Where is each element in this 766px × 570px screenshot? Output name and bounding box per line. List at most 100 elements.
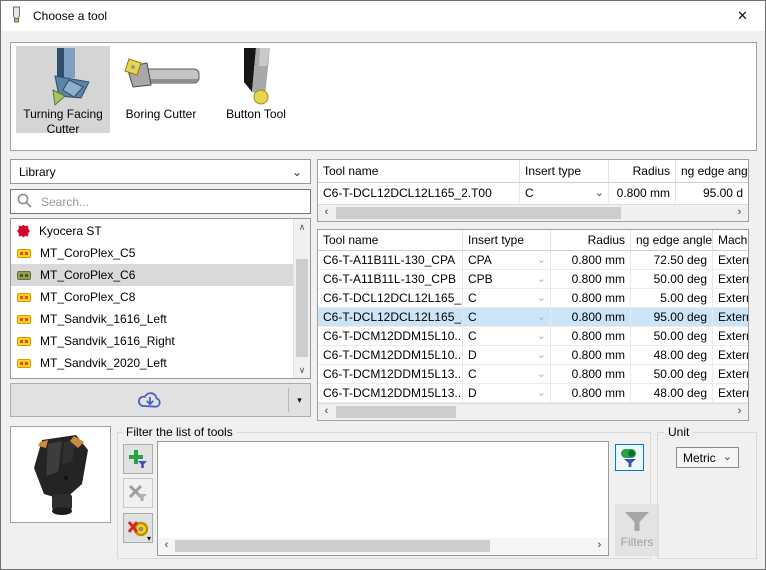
library-icon bbox=[17, 249, 31, 258]
insert-type-cell[interactable]: CPB ⌄ bbox=[463, 270, 551, 288]
filter-list[interactable]: ‹ › bbox=[157, 441, 609, 556]
table-row[interactable]: C6-T-DCM12DDM15L10... D ⌄ 0.800 mm 48.00… bbox=[318, 346, 748, 365]
list-item[interactable]: Kyocera ST bbox=[11, 220, 293, 242]
scrollbar-thumb[interactable] bbox=[175, 540, 490, 552]
insert-type-cell[interactable]: C ⌄ bbox=[463, 308, 551, 326]
filter-group-label: Filter the list of tools bbox=[122, 425, 237, 439]
clear-filter-icon bbox=[127, 518, 149, 538]
insert-type-cell[interactable]: C ⌄ bbox=[463, 289, 551, 307]
tools-table-body: C6-T-A11B11L-130_CPA CPA ⌄ 0.800 mm 72.5… bbox=[318, 251, 748, 403]
library-icon bbox=[17, 359, 31, 368]
download-library-button[interactable]: ▾ bbox=[10, 383, 311, 417]
tool-name-cell: C6-T-A11B11L-130_CPB bbox=[318, 270, 463, 288]
list-item[interactable]: MT_Sandvik_1616_Left bbox=[11, 308, 293, 330]
angle-cell: 5.00 deg bbox=[631, 289, 713, 307]
library-dropdown[interactable]: Library ⌄ bbox=[10, 159, 311, 184]
tool-type-turning-facing-cutter[interactable]: Turning Facing Cutter bbox=[16, 46, 110, 133]
scroll-right-icon[interactable]: › bbox=[591, 538, 608, 554]
column-header[interactable]: Tool name bbox=[318, 230, 463, 250]
scroll-left-icon[interactable]: ‹ bbox=[318, 404, 335, 420]
tool-name-cell: C6-T-A11B11L-130_CPA bbox=[318, 251, 463, 269]
insert-type-cell[interactable]: C ⌄ bbox=[520, 183, 609, 204]
close-icon[interactable]: ✕ bbox=[720, 1, 765, 31]
machining-cell: Externa bbox=[713, 384, 748, 402]
tool-photo bbox=[18, 432, 104, 518]
table-row[interactable]: C6-T-DCM12DDM15L10... C ⌄ 0.800 mm 50.00… bbox=[318, 327, 748, 346]
column-header[interactable]: Radius bbox=[609, 160, 676, 182]
clear-filter-button[interactable]: ▾ bbox=[123, 513, 153, 543]
angle-cell: 72.50 deg bbox=[631, 251, 713, 269]
tools-table-hscrollbar[interactable]: ‹ › bbox=[318, 403, 748, 420]
scrollbar-thumb[interactable] bbox=[336, 406, 456, 418]
list-item[interactable]: MT_CoroPlex_C5 bbox=[11, 242, 293, 264]
scroll-right-icon[interactable]: › bbox=[731, 205, 748, 221]
column-header[interactable]: Insert type bbox=[463, 230, 551, 250]
filters-button[interactable]: Filters bbox=[615, 504, 659, 556]
search-input[interactable] bbox=[39, 194, 304, 210]
scroll-down-icon[interactable]: ∨ bbox=[294, 362, 310, 378]
list-item[interactable]: MT_Sandvik_2020_Left bbox=[11, 352, 293, 374]
insert-type-cell[interactable]: D ⌄ bbox=[463, 346, 551, 364]
insert-type-cell[interactable]: CPA ⌄ bbox=[463, 251, 551, 269]
insert-type-cell[interactable]: D ⌄ bbox=[463, 384, 551, 402]
filter-toggle-button[interactable] bbox=[615, 444, 644, 471]
list-item[interactable]: MT_Sandvik_2020_Right bbox=[11, 374, 293, 379]
filter-list-hscrollbar[interactable]: ‹ › bbox=[158, 538, 608, 555]
selected-tool-table-hscrollbar[interactable]: ‹ › bbox=[318, 204, 748, 221]
search-box[interactable] bbox=[10, 189, 311, 214]
column-header[interactable]: ng edge angle bbox=[631, 230, 713, 250]
column-header[interactable]: Machin bbox=[713, 230, 748, 250]
insert-type-cell[interactable]: C ⌄ bbox=[463, 327, 551, 345]
list-item[interactable]: MT_CoroPlex_C6 bbox=[11, 264, 293, 286]
column-header[interactable]: Tool name bbox=[318, 160, 520, 182]
table-row[interactable]: C6-T-A11B11L-130_CPA CPA ⌄ 0.800 mm 72.5… bbox=[318, 251, 748, 270]
delete-filter-icon bbox=[128, 483, 148, 503]
list-item[interactable]: MT_Sandvik_1616_Right bbox=[11, 330, 293, 352]
button-tool-icon bbox=[236, 48, 276, 106]
radius-cell: 0.800 mm bbox=[551, 346, 631, 364]
selected-tool-row[interactable]: C6-T-DCL12DCL12L165_2.T00 C ⌄ 0.800 mm 9… bbox=[318, 183, 748, 204]
tool-name-cell: C6-T-DCL12DCL12L165_2 bbox=[318, 308, 463, 326]
column-header[interactable]: ng edge ang bbox=[676, 160, 748, 182]
list-item[interactable]: MT_CoroPlex_C8 bbox=[11, 286, 293, 308]
selected-tool-table: Tool name Insert type Radius ng edge ang… bbox=[317, 159, 749, 222]
column-header[interactable]: Radius bbox=[551, 230, 631, 250]
tool-type-label: Turning Facing Cutter bbox=[16, 107, 110, 137]
cloud-download-icon bbox=[11, 384, 288, 416]
chevron-down-icon: ⌄ bbox=[537, 384, 546, 402]
table-row[interactable]: C6-T-DCM12DDM15L13... D ⌄ 0.800 mm 48.00… bbox=[318, 384, 748, 403]
insert-type-cell[interactable]: C ⌄ bbox=[463, 365, 551, 383]
tool-name-cell: C6-T-DCL12DCL12L165_1 bbox=[318, 289, 463, 307]
scroll-left-icon[interactable]: ‹ bbox=[318, 205, 335, 221]
angle-cell: 50.00 deg bbox=[631, 327, 713, 345]
chevron-down-icon: ⌄ bbox=[537, 270, 546, 288]
add-filter-button[interactable] bbox=[123, 444, 153, 474]
scroll-up-icon[interactable]: ∧ bbox=[294, 219, 310, 235]
unit-dropdown[interactable]: Metric ⌄ bbox=[676, 447, 739, 468]
search-icon bbox=[17, 193, 32, 211]
tool-type-label: Boring Cutter bbox=[126, 107, 197, 122]
scrollbar-thumb[interactable] bbox=[336, 207, 621, 219]
tool-type-button-tool[interactable]: Button Tool bbox=[212, 46, 300, 133]
menu-arrow-icon[interactable]: ▾ bbox=[147, 534, 151, 543]
table-row[interactable]: C6-T-DCL12DCL12L165_2 C ⌄ 0.800 mm 95.00… bbox=[318, 308, 748, 327]
boring-cutter-icon bbox=[119, 48, 203, 106]
column-header[interactable]: Insert type bbox=[520, 160, 609, 182]
selected-tool-table-header: Tool name Insert type Radius ng edge ang bbox=[318, 160, 748, 183]
table-row[interactable]: C6-T-DCL12DCL12L165_1 C ⌄ 0.800 mm 5.00 … bbox=[318, 289, 748, 308]
scroll-right-icon[interactable]: › bbox=[731, 404, 748, 420]
funnel-icon bbox=[623, 511, 651, 532]
download-menu-arrow[interactable]: ▾ bbox=[289, 384, 310, 416]
chevron-down-icon[interactable]: ⌄ bbox=[595, 183, 604, 203]
table-row[interactable]: C6-T-A11B11L-130_CPB CPB ⌄ 0.800 mm 50.0… bbox=[318, 270, 748, 289]
tool-type-boring-cutter[interactable]: Boring Cutter bbox=[114, 46, 208, 133]
scroll-left-icon[interactable]: ‹ bbox=[158, 538, 175, 554]
tool-name-cell: C6-T-DCM12DDM15L10... bbox=[318, 327, 463, 345]
machining-cell: Externa bbox=[713, 365, 748, 383]
angle-cell: 50.00 deg bbox=[631, 365, 713, 383]
delete-filter-button[interactable] bbox=[123, 478, 153, 508]
chevron-down-icon: ⌄ bbox=[537, 365, 546, 383]
table-row[interactable]: C6-T-DCM12DDM15L13... C ⌄ 0.800 mm 50.00… bbox=[318, 365, 748, 384]
scrollbar-thumb[interactable] bbox=[296, 259, 308, 357]
library-list-scrollbar[interactable]: ∧ ∨ bbox=[293, 219, 310, 378]
